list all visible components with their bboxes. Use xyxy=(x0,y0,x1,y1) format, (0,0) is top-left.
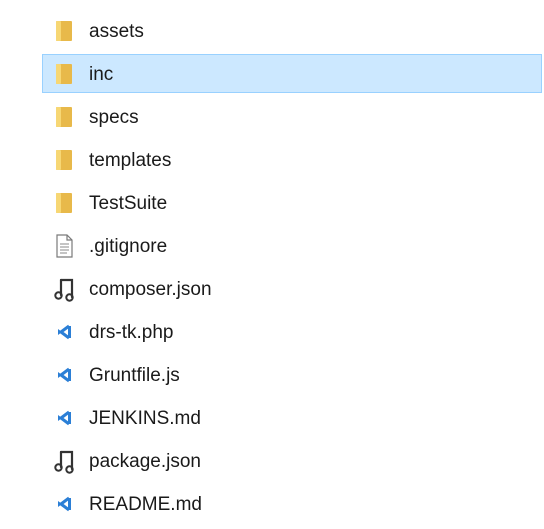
file-name: .gitignore xyxy=(89,236,168,257)
folder-icon xyxy=(53,61,75,87)
file-name: templates xyxy=(89,150,172,171)
folder-icon xyxy=(53,190,75,216)
json-file-icon xyxy=(53,448,75,474)
vscode-file-icon xyxy=(53,405,75,431)
file-row-composer-json[interactable]: composer.json xyxy=(42,269,542,308)
file-row-package-json[interactable]: package.json xyxy=(42,441,542,480)
file-name: README.md xyxy=(89,494,202,515)
file-row-readme-md[interactable]: README.md xyxy=(42,484,542,523)
folder-icon xyxy=(53,104,75,130)
file-name: inc xyxy=(89,64,114,85)
file-name: drs-tk.php xyxy=(89,322,174,343)
vscode-file-icon xyxy=(53,491,75,517)
file-name: Gruntfile.js xyxy=(89,365,180,386)
text-file-icon xyxy=(53,233,75,259)
vscode-file-icon xyxy=(53,319,75,345)
file-row-gruntfile-js[interactable]: Gruntfile.js xyxy=(42,355,542,394)
file-row-templates[interactable]: templates xyxy=(42,140,542,179)
file-row-assets[interactable]: assets xyxy=(42,11,542,50)
file-list: assets inc specs templates TestSuite .gi… xyxy=(0,0,544,529)
file-row-testsuite[interactable]: TestSuite xyxy=(42,183,542,222)
file-row-drs-tk-php[interactable]: drs-tk.php xyxy=(42,312,542,351)
file-name: specs xyxy=(89,107,139,128)
file-name: composer.json xyxy=(89,279,212,300)
json-file-icon xyxy=(53,276,75,302)
folder-icon xyxy=(53,147,75,173)
vscode-file-icon xyxy=(53,362,75,388)
folder-icon xyxy=(53,18,75,44)
file-row-inc[interactable]: inc xyxy=(42,54,542,93)
file-name: JENKINS.md xyxy=(89,408,201,429)
file-name: TestSuite xyxy=(89,193,168,214)
file-name: assets xyxy=(89,21,144,42)
file-row-gitignore[interactable]: .gitignore xyxy=(42,226,542,265)
file-row-specs[interactable]: specs xyxy=(42,97,542,136)
file-row-jenkins-md[interactable]: JENKINS.md xyxy=(42,398,542,437)
file-name: package.json xyxy=(89,451,201,472)
